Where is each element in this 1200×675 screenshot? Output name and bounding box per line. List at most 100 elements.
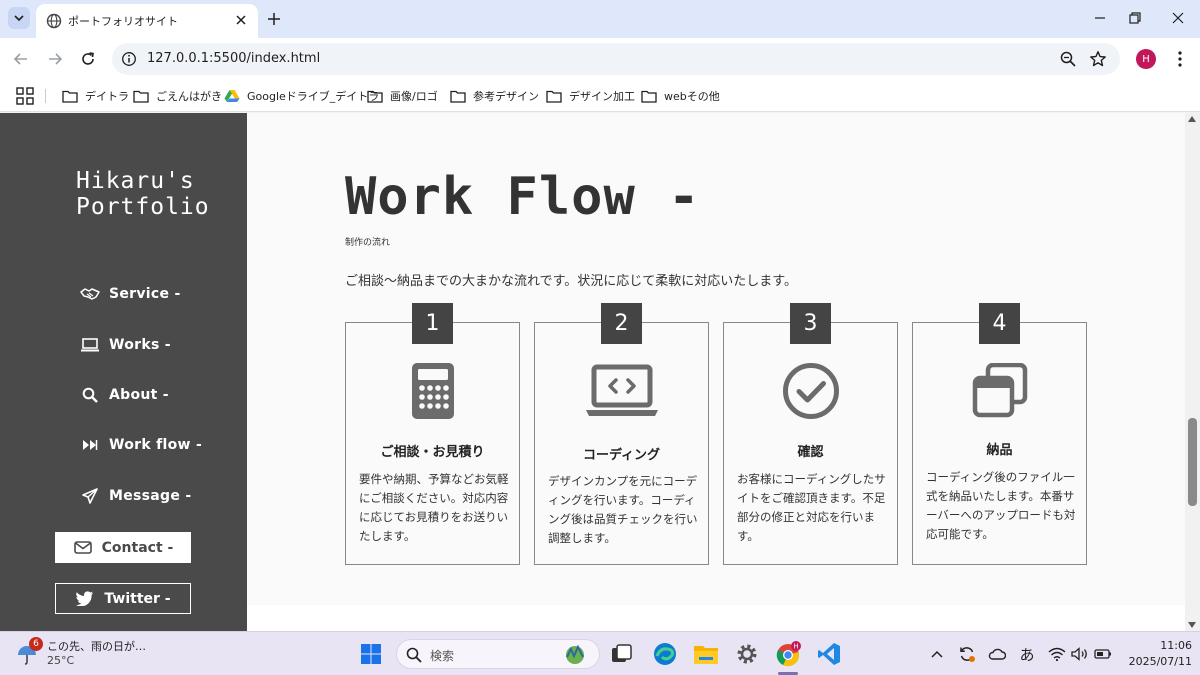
apps-grid-icon[interactable] xyxy=(16,87,34,105)
wifi-icon[interactable] xyxy=(1048,645,1066,663)
bookmark-label: デイトラ xyxy=(85,90,129,103)
bookmark-item[interactable]: デイトラ xyxy=(62,87,129,105)
restore-button[interactable] xyxy=(1123,8,1147,28)
windows-start-icon[interactable] xyxy=(360,643,382,665)
settings-gear-icon[interactable] xyxy=(733,640,761,668)
tray-chevron-up-icon[interactable] xyxy=(928,645,946,663)
volume-icon[interactable] xyxy=(1071,645,1089,663)
twitter-button[interactable]: Twitter - xyxy=(55,583,191,614)
step-title: 納品 xyxy=(986,443,1013,458)
scroll-down-arrow-icon[interactable] xyxy=(1188,622,1196,628)
fast-forward-icon xyxy=(80,437,100,453)
step-number: 4 xyxy=(979,303,1020,344)
url-text[interactable]: 127.0.0.1:5500/index.html xyxy=(147,51,320,66)
folder-icon xyxy=(641,90,657,103)
laptop-icon xyxy=(80,337,100,353)
more-vertical-icon xyxy=(1178,51,1182,67)
bookmark-item[interactable]: 参考デザイン xyxy=(450,87,539,105)
browser-toolbar: 127.0.0.1:5500/index.html H xyxy=(0,38,1200,80)
bookmark-label: デザイン加工 xyxy=(569,90,635,103)
bookmark-item[interactable]: 画像/ロゴ xyxy=(367,87,438,105)
onedrive-cloud-icon[interactable] xyxy=(988,645,1006,663)
weather-temp: 25°C xyxy=(47,654,75,667)
weather-text[interactable]: この先、雨の日が… xyxy=(47,638,146,654)
tab-search-button[interactable] xyxy=(8,7,30,29)
site-info-icon[interactable] xyxy=(121,51,137,67)
new-tab-button[interactable] xyxy=(264,9,284,29)
bookmark-star-icon[interactable] xyxy=(1089,50,1107,68)
sidebar-item-work-flow[interactable]: Work flow - xyxy=(80,437,202,453)
bookmark-label: Googleドライブ_デイトラ xyxy=(247,90,380,103)
vscode-icon[interactable] xyxy=(815,640,843,668)
close-window-button[interactable] xyxy=(1166,8,1190,28)
search-highlight-illustration-icon xyxy=(566,644,584,664)
page-scrollbar[interactable] xyxy=(1185,113,1200,631)
browser-menu-button[interactable] xyxy=(1170,49,1190,69)
chevron-down-icon xyxy=(14,15,24,22)
bookmark-item[interactable]: webその他 xyxy=(641,87,720,105)
bookmark-item[interactable]: デザイン加工 xyxy=(546,87,635,105)
sync-icon[interactable] xyxy=(958,645,976,663)
check-circle-icon xyxy=(774,361,848,421)
sidebar: Hikaru's Portfolio Service - Works - Abo… xyxy=(0,113,247,631)
taskbar-search-box[interactable]: 検索 xyxy=(396,639,600,669)
zoom-icon[interactable] xyxy=(1059,50,1077,68)
envelope-icon xyxy=(73,540,93,556)
forward-button[interactable] xyxy=(44,48,66,70)
page-viewport: Hikaru's Portfolio Service - Works - Abo… xyxy=(0,113,1200,631)
profile-avatar[interactable]: H xyxy=(1136,49,1156,69)
sidebar-item-works[interactable]: Works - xyxy=(80,337,171,353)
chrome-browser-icon[interactable]: H xyxy=(774,640,802,668)
tab-title: ポートフォリオサイト xyxy=(68,15,178,28)
address-bar[interactable]: 127.0.0.1:5500/index.html xyxy=(112,43,1120,75)
back-button[interactable] xyxy=(10,48,32,70)
close-icon xyxy=(236,15,246,25)
work-flow-section: Work Flow - 制作の流れ ご相談〜納品までの大まかな流れです。状況に応… xyxy=(247,113,1185,605)
bookmark-item[interactable]: Googleドライブ_デイトラ xyxy=(224,87,379,105)
tab-close-button[interactable] xyxy=(232,11,250,29)
clock-date[interactable]: 2025/07/11 xyxy=(1120,655,1192,668)
site-logo[interactable]: Hikaru's Portfolio xyxy=(76,168,210,220)
step-description: デザインカンプを元にコーディングを行います。コーディング後は品質チェックを行い調… xyxy=(548,474,698,545)
scrollbar-thumb[interactable] xyxy=(1188,418,1197,506)
bookmark-item[interactable]: ごえんはがき xyxy=(133,87,222,105)
task-view-icon[interactable] xyxy=(608,640,636,668)
bookmark-label: webその他 xyxy=(664,90,720,103)
step-description: お客様にコーディングしたサイトをご確認頂きます。不足部分の修正と対応を行います。 xyxy=(737,472,886,543)
bookmarks-bar: デイトラ ごえんはがき Googleドライブ_デイトラ 画像/ロゴ 参考デザイン… xyxy=(0,80,1200,112)
windows-taskbar: 6 この先、雨の日が… 25°C 検索 H あ 11:06 2025/07/11 xyxy=(0,631,1200,675)
tab-strip: ポートフォリオサイト xyxy=(0,0,1200,38)
step-title: コーディング xyxy=(582,448,661,463)
reload-icon xyxy=(82,52,94,65)
arrow-right-icon xyxy=(49,53,63,65)
folder-icon xyxy=(62,90,78,103)
bookmarks-divider xyxy=(45,89,46,103)
step-number: 3 xyxy=(790,303,831,344)
bookmark-label: 画像/ロゴ xyxy=(390,90,438,103)
scroll-up-arrow-icon[interactable] xyxy=(1188,116,1196,122)
browser-tab[interactable]: ポートフォリオサイト xyxy=(36,4,258,38)
step-card: 3 確認 お客様にコーディングしたサイトをご確認頂きます。不足部分の修正と対応を… xyxy=(723,303,898,565)
step-title: ご相談・お見積り xyxy=(380,445,485,460)
step-description: コーディング後のファイル一式を納品いたします。本番サーバーへのアップロードも対応… xyxy=(926,470,1076,541)
plus-icon xyxy=(268,13,280,25)
globe-icon xyxy=(46,13,62,29)
clock-time[interactable]: 11:06 xyxy=(1140,639,1192,652)
step-card: 4 納品 コーディング後のファイル一式を納品いたします。本番サーバーへのアップロ… xyxy=(912,303,1087,565)
minimize-button[interactable] xyxy=(1088,8,1112,28)
folder-icon xyxy=(367,90,383,103)
folder-icon xyxy=(450,90,466,103)
sidebar-item-message[interactable]: Message - xyxy=(80,488,191,504)
sidebar-item-about[interactable]: About - xyxy=(80,387,169,403)
battery-icon[interactable] xyxy=(1094,645,1112,663)
twitter-bird-icon xyxy=(75,591,95,607)
sidebar-item-service[interactable]: Service - xyxy=(80,286,181,302)
file-explorer-icon[interactable] xyxy=(692,640,720,668)
ime-indicator[interactable]: あ xyxy=(1018,645,1036,664)
edge-browser-icon[interactable] xyxy=(651,640,679,668)
calculator-icon xyxy=(396,361,470,421)
contact-button[interactable]: Contact - xyxy=(55,532,191,563)
folder-icon xyxy=(546,90,562,103)
reload-button[interactable] xyxy=(77,48,99,70)
restore-icon xyxy=(1129,12,1141,24)
